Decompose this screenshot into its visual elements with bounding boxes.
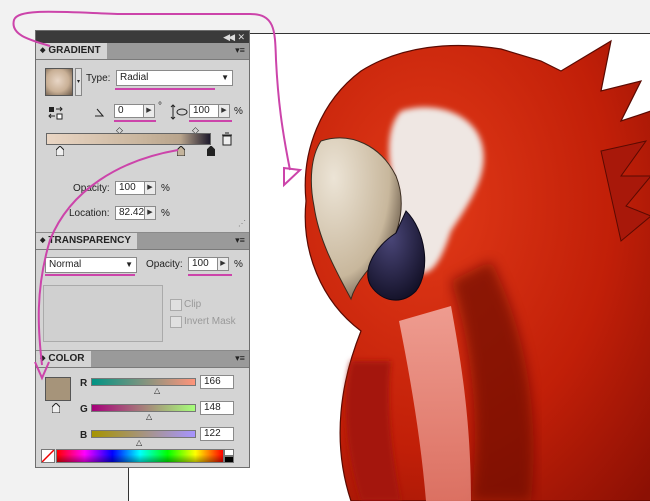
none-color-icon[interactable]: [41, 449, 55, 463]
gradient-thumbnail[interactable]: [45, 68, 73, 96]
gradient-slider[interactable]: [46, 133, 211, 145]
transparency-opacity-input[interactable]: 100: [188, 257, 218, 271]
color-stop-icon[interactable]: [55, 145, 65, 157]
black-swatch[interactable]: [224, 456, 234, 463]
current-color-swatch[interactable]: [45, 377, 71, 401]
panel-menu-icon[interactable]: ▾≡: [234, 45, 246, 56]
gradient-tab-bar: ◆ GRADIENT ▾≡: [36, 43, 249, 60]
aspect-spin-icon[interactable]: ▶: [218, 104, 230, 118]
transparency-tab-bar: ◆ TRANSPARENCY ▾≡: [36, 233, 249, 250]
slider-thumb-icon[interactable]: △: [154, 386, 160, 395]
color-spectrum[interactable]: [56, 449, 224, 463]
annotation-underline: [114, 120, 156, 122]
angle-input[interactable]: 0: [114, 104, 144, 118]
invert-mask-label: Invert Mask: [184, 316, 236, 327]
blue-value-input[interactable]: 122: [200, 427, 234, 441]
angle-icon: [94, 107, 105, 117]
updown-icon: ◆: [40, 47, 46, 54]
panel-menu-icon[interactable]: ▾≡: [234, 353, 246, 364]
color-tab-bar: ◆ COLOR ▾≡: [36, 351, 249, 368]
updown-icon: ◆: [40, 237, 46, 244]
collapse-icon[interactable]: ◀◀: [223, 31, 235, 43]
mask-thumbnail[interactable]: [43, 285, 163, 342]
delete-stop-icon[interactable]: [221, 132, 233, 146]
g-label: G: [80, 404, 88, 415]
red-slider[interactable]: [91, 378, 196, 386]
white-swatch[interactable]: [224, 449, 234, 456]
opacity-spin-icon[interactable]: ▶: [144, 181, 156, 195]
gradient-opacity-label: Opacity:: [73, 183, 110, 194]
location-input[interactable]: 82.42: [115, 206, 145, 220]
tab-transparency[interactable]: ◆ TRANSPARENCY: [36, 233, 137, 249]
opacity-spin-icon[interactable]: ▶: [217, 257, 229, 271]
panel-menu-icon[interactable]: ▾≡: [234, 235, 246, 246]
tab-color[interactable]: ◆ COLOR: [36, 351, 91, 367]
gradient-thumbnail-dropdown[interactable]: ▾: [75, 68, 82, 96]
invert-mask-checkbox[interactable]: [170, 316, 182, 328]
color-stop-icon: [51, 402, 61, 414]
clip-label: Clip: [184, 299, 202, 310]
aspect-ratio-input[interactable]: 100: [189, 104, 219, 118]
red-value-input[interactable]: 166: [200, 375, 234, 389]
slider-thumb-icon[interactable]: △: [146, 412, 152, 421]
updown-icon: ◆: [40, 355, 46, 362]
transparency-opacity-label: Opacity:: [146, 259, 183, 270]
color-stop-icon[interactable]: [206, 145, 216, 157]
annotation-underline: [115, 88, 215, 90]
green-slider[interactable]: [91, 404, 196, 412]
blue-slider[interactable]: [91, 430, 196, 438]
close-icon[interactable]: ✕: [237, 31, 245, 43]
panel-stack: ◀◀ ✕ ◆ GRADIENT ▾≡ ▾ Type: Radial ▼ 0 ▶ °: [35, 30, 250, 468]
type-dropdown[interactable]: Radial ▼: [116, 70, 233, 86]
r-label: R: [80, 378, 88, 389]
green-value-input[interactable]: 148: [200, 401, 234, 415]
gradient-panel: ◆ GRADIENT ▾≡ ▾ Type: Radial ▼ 0 ▶ ° 100 …: [36, 43, 249, 231]
gradient-opacity-input[interactable]: 100: [115, 181, 145, 195]
resize-grip-icon[interactable]: ⋰: [238, 219, 246, 228]
clip-checkbox[interactable]: [170, 299, 182, 311]
b-label: B: [80, 430, 88, 441]
reverse-gradient-icon[interactable]: [48, 106, 64, 120]
blend-mode-dropdown[interactable]: Normal ▼: [45, 257, 137, 273]
chevron-down-icon: ▼: [125, 260, 133, 269]
annotation-underline: [189, 120, 232, 122]
color-stop-icon[interactable]: [176, 145, 186, 157]
chevron-down-icon: ▼: [221, 73, 229, 82]
transparency-panel: ◆ TRANSPARENCY ▾≡ Normal ▼ Opacity: 100 ▶…: [36, 232, 249, 351]
panel-dock-titlebar: ◀◀ ✕: [36, 31, 249, 43]
aspect-ratio-icon: [170, 104, 188, 120]
type-label: Type:: [86, 73, 111, 84]
color-panel: ◆ COLOR ▾≡ R △ 166 G △ 148 B △ 122: [36, 350, 249, 469]
angle-spin-icon[interactable]: ▶: [143, 104, 155, 118]
tab-gradient[interactable]: ◆ GRADIENT: [36, 43, 107, 59]
annotation-underline: [45, 274, 135, 276]
slider-thumb-icon[interactable]: △: [136, 438, 142, 447]
annotation-underline: [188, 274, 232, 276]
location-label: Location:: [69, 208, 110, 219]
location-spin-icon[interactable]: ▶: [144, 206, 156, 220]
